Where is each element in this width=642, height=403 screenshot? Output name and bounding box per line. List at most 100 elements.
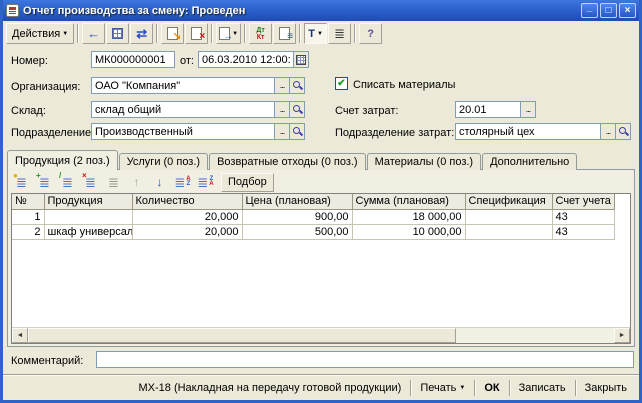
row-number-cell[interactable]: 1 xyxy=(12,209,44,224)
sort-ascending-button[interactable]: ≣ AZ xyxy=(172,173,193,191)
mx18-print-button[interactable]: МХ-18 (Накладная на передачу готовой про… xyxy=(132,380,409,396)
chevron-down-icon: ▼ xyxy=(459,385,465,391)
back-button[interactable]: ← xyxy=(82,23,105,44)
specification-cell[interactable] xyxy=(465,224,552,239)
price-cell[interactable]: 900,00 xyxy=(242,209,352,224)
help-button[interactable]: ? xyxy=(359,23,382,44)
product-cell-selected[interactable]: шкаф интерьер xyxy=(44,209,132,224)
products-table: № Продукция Количество Цена (плановая) С… xyxy=(11,193,631,344)
calendar-button[interactable] xyxy=(293,51,309,68)
organization-open-button[interactable] xyxy=(289,77,305,94)
sum-cell[interactable]: 18 000,00 xyxy=(352,209,465,224)
tab-materials[interactable]: Материалы (0 поз.) xyxy=(367,153,482,170)
row-number-cell[interactable]: 2 xyxy=(12,224,44,239)
chevron-down-icon: ▼ xyxy=(62,31,68,37)
column-header-product: Продукция xyxy=(44,194,132,209)
pick-button[interactable]: Подбор xyxy=(221,173,274,192)
cost-division-select-button[interactable]: ... xyxy=(600,123,616,140)
footer-separator xyxy=(575,380,576,396)
number-label: Номер: xyxy=(11,55,48,67)
product-cell[interactable]: шкаф универсал xyxy=(44,224,132,239)
specification-cell[interactable] xyxy=(465,209,552,224)
toolbar-separator xyxy=(244,24,246,43)
cost-account-input[interactable] xyxy=(455,101,521,118)
warehouse-input[interactable] xyxy=(91,101,275,118)
unpost-document-button[interactable]: × xyxy=(185,23,208,44)
end-edit-button[interactable]: ≣ xyxy=(103,173,124,191)
list-settings-button[interactable]: ≣ xyxy=(328,23,351,44)
add-row-button[interactable]: ≣ ● xyxy=(11,173,32,191)
filter-toggle-button[interactable]: Т▼ xyxy=(304,23,327,44)
tab-products[interactable]: Продукция (2 поз.) xyxy=(7,150,118,170)
sort-za-icon: ZA xyxy=(209,177,213,187)
footer-separator xyxy=(410,380,411,396)
date-input[interactable] xyxy=(198,51,294,68)
writeoff-materials-checkbox[interactable]: ✔ xyxy=(335,77,348,90)
close-button[interactable]: × xyxy=(619,3,636,18)
account-cell[interactable]: 43 xyxy=(552,209,614,224)
division-select-button[interactable]: ... xyxy=(274,123,290,140)
edit-row-button[interactable]: ≣ / xyxy=(57,173,78,191)
comment-input[interactable] xyxy=(96,351,634,368)
arrow-down-icon: ↓ xyxy=(157,175,163,189)
save-button[interactable]: Записать xyxy=(512,380,573,396)
copy-document-button[interactable]: → ▼ xyxy=(216,23,241,44)
table-row[interactable]: 1 шкаф интерьер 20,000 900,00 18 000,00 … xyxy=(12,209,614,224)
scroll-right-button[interactable]: ► xyxy=(614,328,630,343)
edit-pencil-icon: / xyxy=(59,172,61,180)
organization-input[interactable] xyxy=(91,77,275,94)
scrollbar-thumb[interactable] xyxy=(28,328,456,343)
organization-select-button[interactable]: ... xyxy=(274,77,290,94)
comment-row: Комментарий: xyxy=(3,347,639,374)
table-row[interactable]: 2 шкаф универсал 20,000 500,00 10 000,00… xyxy=(12,224,614,239)
scroll-left-button[interactable]: ◄ xyxy=(12,328,28,343)
move-down-button[interactable]: ↓ xyxy=(149,173,170,191)
post-document-icon: ↘ xyxy=(167,27,178,40)
cost-division-open-button[interactable] xyxy=(615,123,631,140)
writeoff-materials-label[interactable]: Списать материалы xyxy=(353,79,455,91)
document-icon xyxy=(6,4,19,17)
chevron-down-icon: ▼ xyxy=(317,31,323,37)
dtkt-movements-button[interactable]: Дт Кт xyxy=(249,23,272,44)
tab-additional[interactable]: Дополнительно xyxy=(482,153,577,170)
footer-button-bar: МХ-18 (Накладная на передачу готовой про… xyxy=(3,374,639,400)
move-up-button[interactable]: ↑ xyxy=(126,173,147,191)
delete-row-button[interactable]: ≣ × xyxy=(80,173,101,191)
tab-return-waste[interactable]: Возвратные отходы (0 поз.) xyxy=(209,153,366,170)
table-toolbar: ≣ ● ≣ + ≣ / ≣ × ≣ ↑ ↓ xyxy=(11,172,631,193)
document-movements-button[interactable]: ≡ xyxy=(273,23,296,44)
tab-services[interactable]: Услуги (0 поз.) xyxy=(119,153,208,170)
maximize-button[interactable]: □ xyxy=(600,3,617,18)
reread-button[interactable] xyxy=(106,23,129,44)
magnifier-icon xyxy=(292,104,303,115)
copy-row-button[interactable]: ≣ + xyxy=(34,173,55,191)
division-open-button[interactable] xyxy=(289,123,305,140)
close-form-button[interactable]: Закрыть xyxy=(578,380,634,396)
document-window: Отчет производства за смену: Проведен _ … xyxy=(0,0,642,403)
ok-button[interactable]: ОК xyxy=(477,380,506,396)
sort-descending-button[interactable]: ≣ ZA xyxy=(195,173,216,191)
minimize-button[interactable]: _ xyxy=(581,3,598,18)
column-header-sum: Сумма (плановая) xyxy=(352,194,465,209)
minimize-icon: _ xyxy=(587,3,593,13)
rows-icon: ≣ xyxy=(197,176,208,189)
refresh-button[interactable]: ⇄ xyxy=(130,23,153,44)
post-document-button[interactable]: ↘ xyxy=(161,23,184,44)
cost-division-input[interactable] xyxy=(455,123,601,140)
division-input[interactable] xyxy=(91,123,275,140)
warehouse-label: Склад: xyxy=(11,105,46,117)
quantity-cell[interactable]: 20,000 xyxy=(132,224,242,239)
sum-cell[interactable]: 10 000,00 xyxy=(352,224,465,239)
list-settings-icon: ≣ xyxy=(334,27,345,40)
cost-account-select-button[interactable]: ... xyxy=(520,101,536,118)
account-cell[interactable]: 43 xyxy=(552,224,614,239)
number-input[interactable] xyxy=(91,51,175,68)
actions-button[interactable]: Действия ▼ xyxy=(6,23,74,44)
quantity-cell[interactable]: 20,000 xyxy=(132,209,242,224)
magnifier-icon xyxy=(292,80,303,91)
scrollbar-track[interactable] xyxy=(456,328,614,343)
warehouse-select-button[interactable]: ... xyxy=(274,101,290,118)
print-button[interactable]: Печать ▼ xyxy=(413,380,472,396)
warehouse-open-button[interactable] xyxy=(289,101,305,118)
price-cell[interactable]: 500,00 xyxy=(242,224,352,239)
